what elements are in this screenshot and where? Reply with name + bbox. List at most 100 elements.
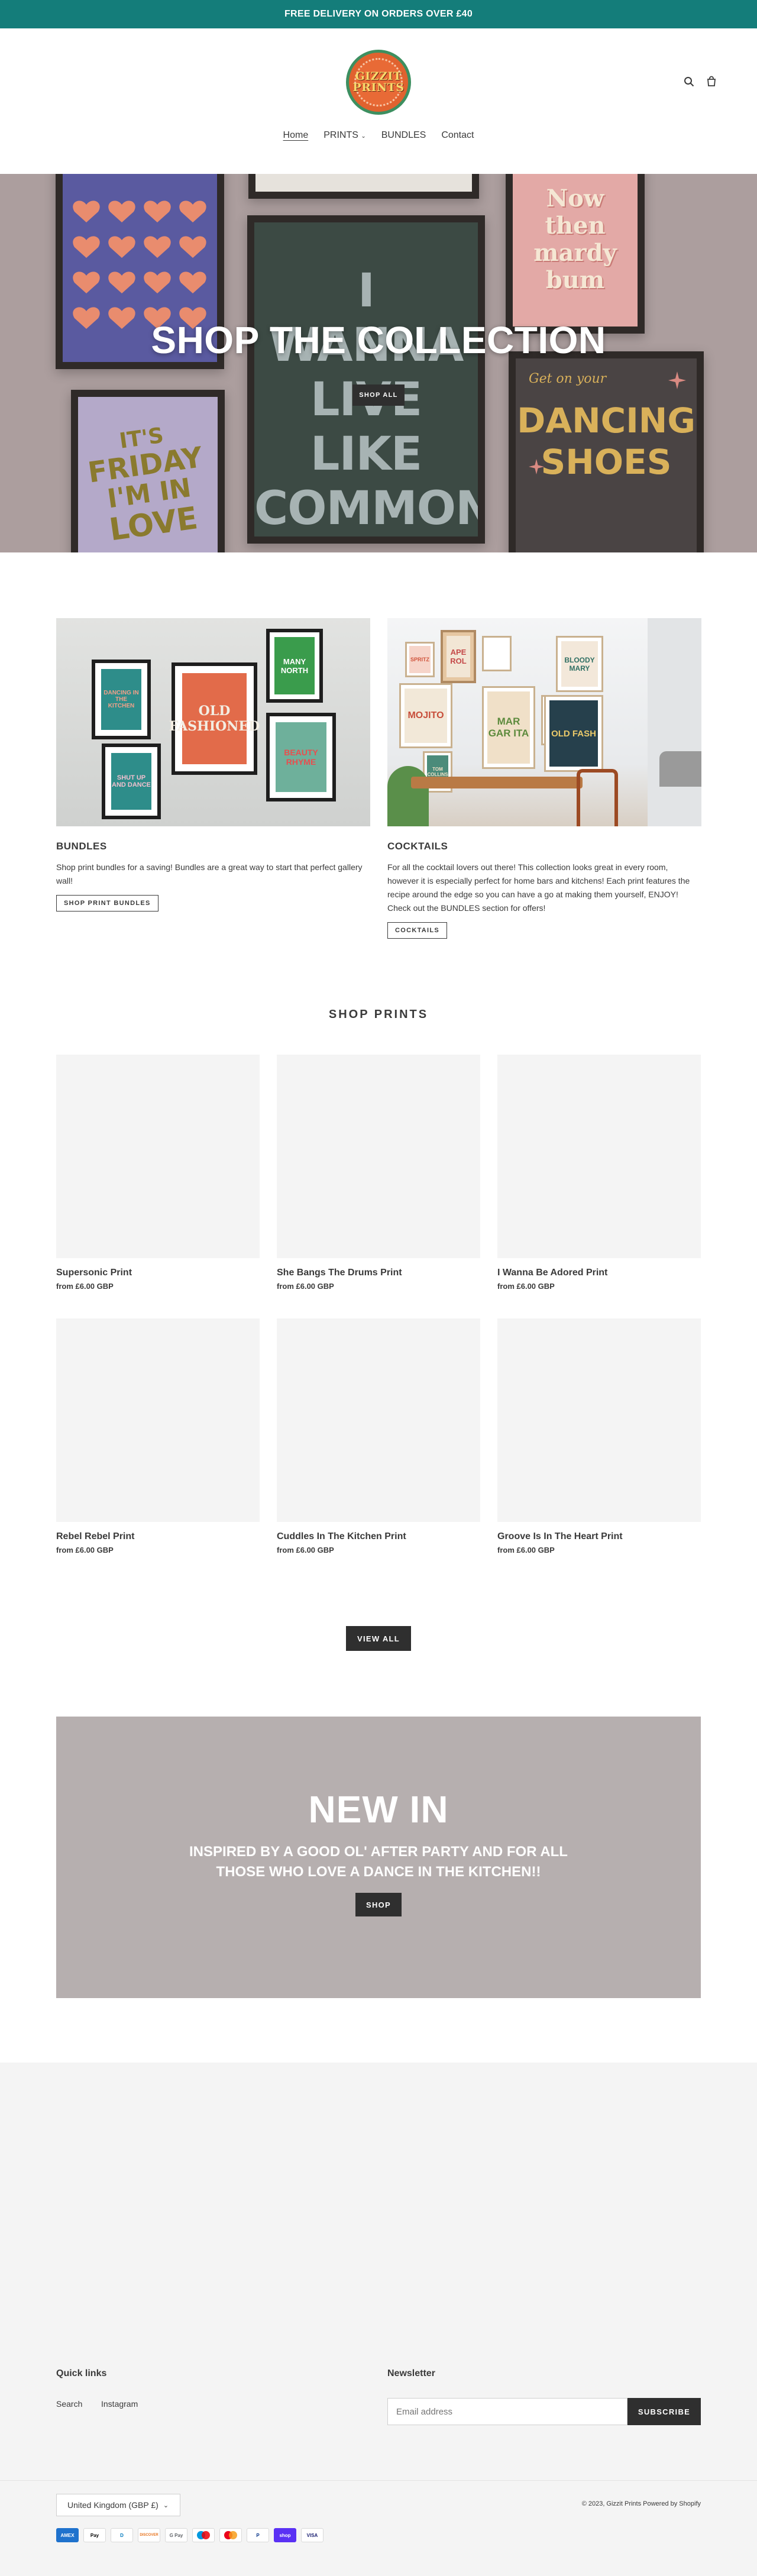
product-title[interactable]: Groove Is In The Heart Print — [497, 1531, 701, 1542]
shop-print-bundles-button[interactable]: SHOP PRINT BUNDLES — [56, 895, 158, 912]
product-image[interactable] — [277, 1055, 480, 1258]
announcement-bar: FREE DELIVERY ON ORDERS OVER £40 — [0, 0, 757, 28]
cocktail-art-f: OLD FASH — [549, 700, 598, 767]
product-title[interactable]: I Wanna Be Adored Print — [497, 1268, 701, 1278]
new-in-banner: NEW IN INSPIRED BY A GOOD OL' AFTER PART… — [56, 1717, 701, 1998]
site-header: GIZZIT PRINTS Home PRINTS ⌄ BUNDLES Cont… — [0, 28, 757, 174]
bundle-art-b: OLD FASHIONED — [169, 673, 260, 764]
amex-icon: AMEX — [56, 2528, 79, 2542]
product-card[interactable]: Cuddles In The Kitchen Print from £6.00 … — [277, 1318, 480, 1554]
product-title[interactable]: Rebel Rebel Print — [56, 1531, 260, 1542]
hero-title: SHOP THE COLLECTION — [151, 319, 606, 361]
cocktail-art-b: SPRITZ — [409, 646, 431, 673]
nav-prints[interactable]: PRINTS ⌄ — [323, 130, 366, 141]
product-image[interactable] — [497, 1055, 701, 1258]
bundle-art-c: MANY NORTH — [274, 637, 315, 694]
discover-icon: DISCOVER — [138, 2528, 160, 2542]
copyright-text: © 2023, Gizzit Prints Powered by Shopify — [581, 2500, 701, 2507]
cocktail-art-a: APE ROL — [447, 636, 470, 677]
product-title[interactable]: Cuddles In The Kitchen Print — [277, 1531, 480, 1542]
hero-poster-friday: IT'S FRIDAY I'M IN LOVE — [71, 390, 225, 552]
search-icon[interactable] — [682, 75, 696, 89]
view-all-button[interactable]: VIEW ALL — [346, 1626, 411, 1651]
collection-bundles-title[interactable]: BUNDLES — [56, 841, 370, 852]
site-logo[interactable]: GIZZIT PRINTS — [346, 50, 411, 115]
product-price: from £6.00 GBP — [497, 1282, 555, 1291]
shop-prints-heading: SHOP PRINTS — [328, 1008, 429, 1021]
visa-icon: VISA — [301, 2528, 323, 2542]
quick-links-title: Quick links — [56, 2368, 107, 2378]
product-image[interactable] — [56, 1055, 260, 1258]
currency-selector[interactable]: United Kingdom (GBP £) ⌄ — [56, 2494, 180, 2516]
product-card[interactable]: Supersonic Print from £6.00 GBP — [56, 1055, 260, 1291]
star-icon — [529, 459, 544, 474]
collection-bundles[interactable]: DANCING IN THE KITCHEN OLD FASHIONED MAN… — [56, 618, 370, 912]
collection-cocktails-title[interactable]: COCKTAILS — [387, 841, 701, 852]
product-price: from £6.00 GBP — [56, 1282, 114, 1291]
footer-link-search[interactable]: Search — [56, 2399, 82, 2409]
currency-selected: United Kingdom (GBP £) — [67, 2500, 158, 2510]
hero-poster-common-people: I WANNA LIVE LIKE COMMON PEOPLE — [247, 215, 485, 544]
subscribe-button[interactable]: SUBSCRIBE — [627, 2398, 701, 2425]
chevron-down-icon: ⌄ — [163, 2501, 169, 2509]
chevron-down-icon: ⌄ — [361, 133, 366, 140]
hero-poster-dancing-shoes: Get on your DANCING SHOES — [509, 351, 704, 552]
cart-icon[interactable] — [704, 75, 719, 89]
poster-common-line-3: COMMON — [254, 482, 485, 535]
newsletter-title: Newsletter — [387, 2368, 435, 2378]
google-pay-icon: G Pay — [165, 2528, 187, 2542]
nav-home[interactable]: Home — [283, 130, 309, 141]
nav-contact[interactable]: Contact — [441, 130, 474, 141]
main-nav: Home PRINTS ⌄ BUNDLES Contact — [0, 130, 757, 141]
nav-bundles[interactable]: BUNDLES — [381, 130, 426, 141]
newsletter-email-input[interactable] — [387, 2398, 627, 2425]
new-in-title: NEW IN — [308, 1788, 449, 1831]
product-price: from £6.00 GBP — [56, 1546, 114, 1554]
cocktail-art-d: MOJITO — [405, 689, 447, 743]
collection-cocktails-image[interactable]: APE ROL SPRITZ BLOODY MARY MOJITO MAR GA… — [387, 618, 701, 826]
new-in-text: INSPIRED BY A GOOD OL' AFTER PARTY AND F… — [189, 1844, 568, 1880]
hero-poster-mardy-bum: Now then mardy bum — [506, 174, 645, 334]
cocktail-art-e: MAR GAR ITA — [487, 691, 530, 764]
product-title[interactable]: She Bangs The Drums Print — [277, 1268, 480, 1278]
collection-bundles-image[interactable]: DANCING IN THE KITCHEN OLD FASHIONED MAN… — [56, 618, 370, 826]
product-image[interactable] — [56, 1318, 260, 1522]
product-card[interactable]: She Bangs The Drums Print from £6.00 GBP — [277, 1055, 480, 1291]
payment-icons: AMEX Pay D DISCOVER G Pay P shop VISA — [56, 2528, 323, 2542]
cocktails-button[interactable]: COCKTAILS — [387, 922, 448, 939]
product-image[interactable] — [277, 1318, 480, 1522]
poster-mardy-line-1: Now — [546, 185, 604, 212]
poster-dancing-line-1: DANCING — [517, 400, 695, 441]
product-title[interactable]: Supersonic Print — [56, 1268, 260, 1278]
collection-cocktails[interactable]: APE ROL SPRITZ BLOODY MARY MOJITO MAR GA… — [387, 618, 701, 939]
poster-common-line-4: PEOPLE — [254, 536, 478, 544]
bundle-art-e: BEAUTY RHYME — [276, 722, 326, 792]
product-card[interactable]: Groove Is In The Heart Print from £6.00 … — [497, 1318, 701, 1554]
nav-prints-label: PRINTS — [323, 130, 358, 140]
product-price: from £6.00 GBP — [277, 1546, 334, 1554]
poster-mardy-line-3: mardy — [533, 239, 617, 267]
apple-pay-icon: Pay — [83, 2528, 106, 2542]
footer-link-instagram[interactable]: Instagram — [101, 2399, 138, 2409]
product-price: from £6.00 GBP — [277, 1282, 334, 1291]
product-price: from £6.00 GBP — [497, 1546, 555, 1554]
poster-mardy-line-4: bum — [545, 266, 605, 294]
bundle-art-d: SHUT UP AND DANCE — [111, 753, 151, 810]
cocktail-art-c: BLOODY MARY — [561, 641, 598, 687]
collection-bundles-text: Shop print bundles for a saving! Bundles… — [56, 862, 363, 885]
mastercard-icon — [219, 2528, 242, 2542]
product-card[interactable]: Rebel Rebel Print from £6.00 GBP — [56, 1318, 260, 1554]
hero-banner: IT'S FRIDAY I'M IN LOVE I WANNA LIVE LIK… — [0, 174, 757, 552]
paypal-icon: P — [247, 2528, 269, 2542]
announcement-text: FREE DELIVERY ON ORDERS OVER £40 — [284, 9, 473, 19]
new-in-shop-button[interactable]: SHOP — [355, 1893, 402, 1916]
diners-club-icon: D — [111, 2528, 133, 2542]
product-card[interactable]: I Wanna Be Adored Print from £6.00 GBP — [497, 1055, 701, 1291]
logo-badge: GIZZIT PRINTS — [352, 58, 405, 106]
logo-line-2: PRINTS — [352, 81, 405, 94]
bundle-art-a: DANCING IN THE KITCHEN — [101, 669, 141, 730]
shop-all-button[interactable]: SHOP ALL — [352, 384, 405, 406]
product-image[interactable] — [497, 1318, 701, 1522]
shop-pay-icon: shop — [274, 2528, 296, 2542]
poster-mardy-line-2: then — [545, 212, 606, 240]
